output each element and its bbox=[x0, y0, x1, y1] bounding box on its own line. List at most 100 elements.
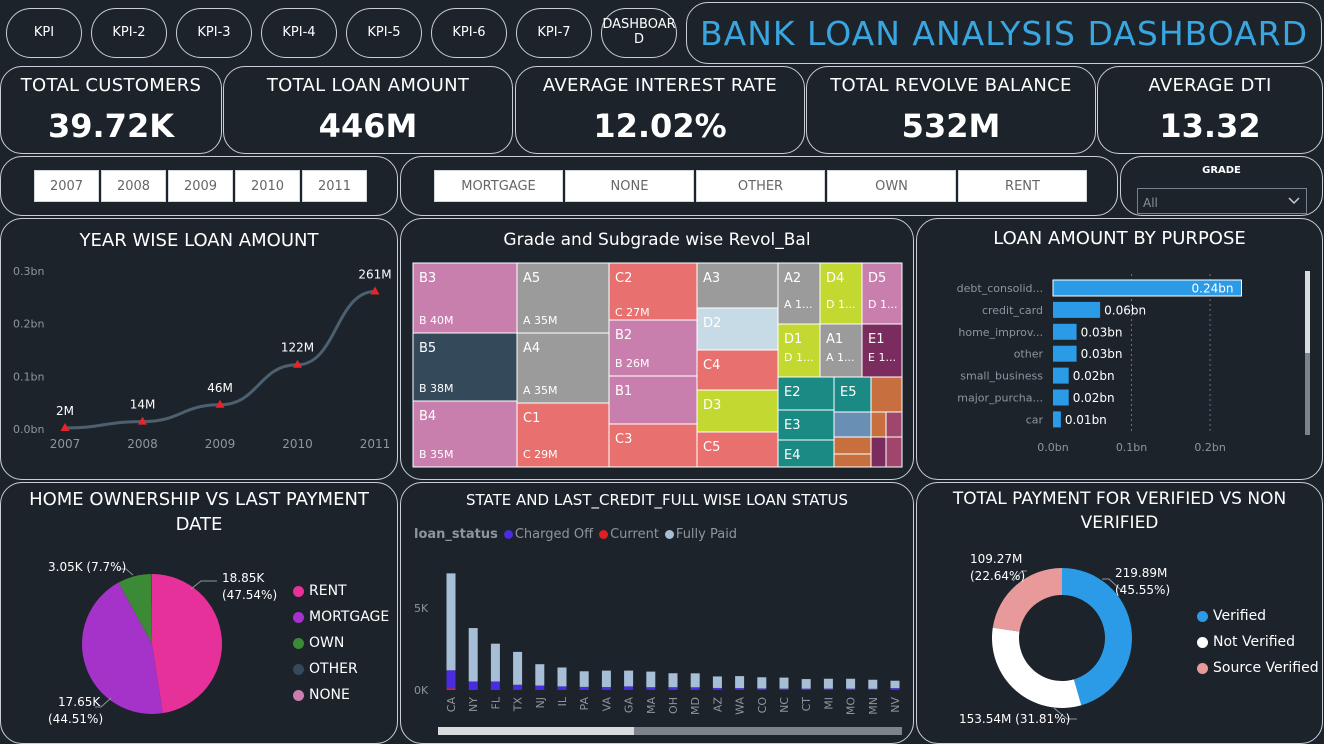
x-tick-label: 2009 bbox=[205, 437, 236, 451]
bar-charged-off bbox=[846, 688, 856, 690]
legend-item[interactable]: NONE bbox=[293, 682, 389, 708]
nav-dashboard-button[interactable]: DASHBOAR D bbox=[601, 8, 677, 58]
treemap-cell-label: E2 bbox=[784, 385, 801, 400]
treemap-cell-label: B2 bbox=[615, 328, 632, 343]
year-slicer-item[interactable]: 2010 bbox=[235, 170, 300, 202]
treemap-cell-minor bbox=[870, 411, 887, 438]
bar-charged-off bbox=[601, 687, 611, 690]
nav-kpi2-button[interactable]: KPI-2 bbox=[91, 8, 167, 58]
data-label: 0.03bn bbox=[1081, 325, 1123, 339]
bar-charged-off bbox=[868, 688, 878, 690]
nav-kpi5-button[interactable]: KPI-5 bbox=[346, 8, 422, 58]
kpi-value: 446M bbox=[318, 107, 418, 145]
legend-label: OWN bbox=[309, 635, 345, 651]
bar-charged-off bbox=[801, 688, 811, 690]
bar-charged-off bbox=[823, 688, 833, 690]
x-tick-label: NJ bbox=[534, 697, 547, 708]
treemap-cell-minor bbox=[885, 411, 903, 438]
treemap-cell-label: C5 bbox=[703, 440, 720, 455]
category-label: debt_consolid... bbox=[957, 282, 1043, 295]
nav-kpi-button[interactable]: KPI bbox=[6, 8, 82, 58]
x-tick-label: MN bbox=[867, 697, 880, 715]
legend-item[interactable]: OTHER bbox=[293, 656, 389, 682]
year-wise-loan-panel: YEAR WISE LOAN AMOUNT 0.3bn 0.2bn 0.1bn 0.0… bbox=[0, 218, 398, 480]
treemap-cell-label: C3 bbox=[615, 432, 632, 447]
legend-label: Verified bbox=[1213, 608, 1267, 624]
legend-item[interactable]: MORTGAGE bbox=[293, 604, 389, 630]
year-slicer-item[interactable]: 2011 bbox=[302, 170, 367, 202]
y-tick-label: 0.2bn bbox=[13, 318, 44, 331]
nav-kpi4-button[interactable]: KPI-4 bbox=[261, 8, 337, 58]
treemap-cell-label: A1 bbox=[826, 332, 843, 347]
treemap-cell-label: C2 bbox=[615, 271, 632, 286]
ownership-slicer-item[interactable]: MORTGAGE bbox=[434, 170, 563, 202]
year-slicer-item[interactable]: 2007 bbox=[34, 170, 99, 202]
y-tick-label: 0.0bn bbox=[13, 423, 44, 436]
legend-item[interactable]: OWN bbox=[293, 630, 389, 656]
bar bbox=[1053, 323, 1077, 340]
bar bbox=[1053, 301, 1101, 318]
treemap-panel: Grade and Subgrade wise Revol_Bal B3 B 40… bbox=[400, 218, 914, 480]
bar-fully-paid bbox=[557, 667, 567, 687]
bar-charged-off bbox=[446, 670, 456, 689]
year-slicer-item[interactable]: 2008 bbox=[101, 170, 166, 202]
nav-dashboard-label-line2: D bbox=[633, 32, 644, 47]
slice-label: (45.55%) bbox=[1115, 583, 1170, 597]
data-label: 261M bbox=[358, 268, 391, 282]
home-ownership-panel: HOME OWNERSHIP VS LAST PAYMENT DATE 18.8… bbox=[0, 482, 398, 744]
treemap-cell-label: D3 bbox=[703, 398, 721, 413]
bar-fully-paid bbox=[823, 678, 833, 689]
nav-kpi3-button[interactable]: KPI-3 bbox=[176, 8, 252, 58]
treemap-cell-label: E3 bbox=[784, 418, 801, 433]
legend-item[interactable]: Source Verified bbox=[1197, 655, 1319, 681]
treemap-cell-value: C 29M bbox=[523, 448, 558, 461]
treemap-cell-value: A 35M bbox=[523, 314, 558, 327]
bar-fully-paid bbox=[668, 673, 678, 688]
x-tick-label: 2011 bbox=[360, 437, 391, 451]
legend-item[interactable]: RENT bbox=[293, 578, 389, 604]
legend-item[interactable]: Verified bbox=[1197, 603, 1319, 629]
legend-item[interactable]: Not Verified bbox=[1197, 629, 1319, 655]
bar-charged-off bbox=[579, 686, 589, 690]
purpose-scrollbar-thumb[interactable] bbox=[1305, 271, 1310, 353]
purpose-chart: 0.0bn 0.1bn 0.2bn debt_consolid... 0.24bn cre… bbox=[957, 274, 1243, 454]
treemap-cell-label: A2 bbox=[784, 271, 801, 286]
treemap-cell-label: B1 bbox=[615, 384, 632, 399]
bar-current bbox=[446, 688, 456, 690]
bar-charged-off bbox=[490, 681, 500, 690]
bar-fully-paid bbox=[446, 573, 456, 671]
treemap-cell-label: D2 bbox=[703, 316, 721, 331]
ownership-slicer-item[interactable]: OTHER bbox=[696, 170, 825, 202]
kpi-label: TOTAL CUSTOMERS bbox=[20, 75, 202, 96]
treemap-cell-value: C 27M bbox=[615, 306, 650, 319]
kpi-card-total-revolve-balance: TOTAL REVOLVE BALANCE 532M bbox=[806, 66, 1096, 154]
bar-fully-paid bbox=[868, 679, 878, 689]
year-slicer-item[interactable]: 2009 bbox=[168, 170, 233, 202]
treemap-cell-label: B4 bbox=[419, 409, 436, 424]
nav-kpi7-button[interactable]: KPI-7 bbox=[516, 8, 592, 58]
legend-label: Source Verified bbox=[1213, 660, 1319, 676]
y-tick-label: 0.1bn bbox=[13, 370, 44, 383]
bar-fully-paid bbox=[601, 670, 611, 688]
x-tick-label: MD bbox=[689, 697, 702, 715]
grade-filter-dropdown[interactable]: All bbox=[1137, 188, 1307, 214]
category-label: major_purcha... bbox=[957, 392, 1043, 405]
data-label: 2M bbox=[56, 404, 74, 418]
treemap-cell-label: E5 bbox=[840, 385, 857, 400]
treemap-cell-label: D1 bbox=[784, 332, 802, 347]
legend-dot bbox=[1197, 662, 1208, 674]
ownership-slicer-item[interactable]: RENT bbox=[958, 170, 1087, 202]
bar-fully-paid bbox=[712, 676, 722, 688]
state-scrollbar-thumb[interactable] bbox=[438, 727, 634, 735]
treemap-cell-label: A4 bbox=[523, 341, 540, 356]
treemap-cell-minor bbox=[833, 436, 872, 455]
ownership-slicer-item[interactable]: OWN bbox=[827, 170, 956, 202]
treemap-cell-value: D 1... bbox=[784, 351, 813, 364]
ownership-slicer-item[interactable]: NONE bbox=[565, 170, 694, 202]
slice-label: 219.89M bbox=[1115, 566, 1167, 580]
y-tick-label: 0K bbox=[414, 684, 429, 697]
kpi-value: 532M bbox=[901, 107, 1001, 145]
x-tick-label: OH bbox=[667, 697, 680, 714]
y-tick-label: 0.3bn bbox=[13, 265, 44, 278]
nav-kpi6-button[interactable]: KPI-6 bbox=[431, 8, 507, 58]
